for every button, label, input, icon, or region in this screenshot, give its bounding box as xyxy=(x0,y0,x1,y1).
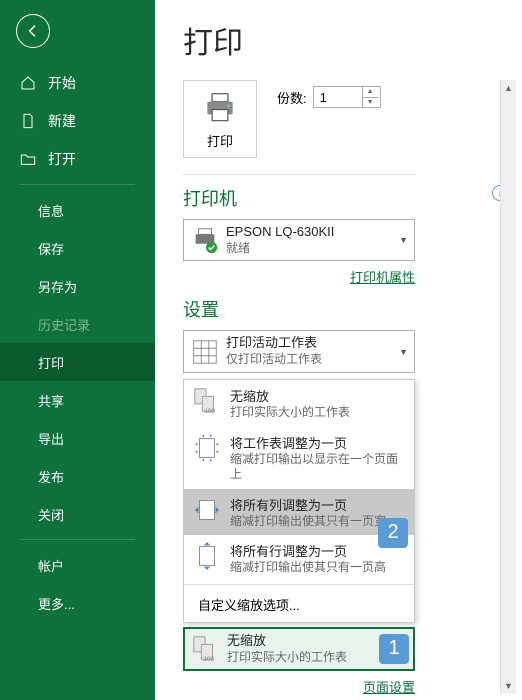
backstage-sidebar: 开始 新建 打开 信息 保存 另存为 历史记录 打印 共享 导出 发布 关闭 帐… xyxy=(0,0,155,700)
sidebar-item-history: 历史记录 xyxy=(0,305,155,343)
printer-icon xyxy=(201,89,239,127)
sidebar-item-label: 发布 xyxy=(38,467,64,486)
settings-section-title: 设置 xyxy=(183,296,516,322)
sidebar-item-account[interactable]: 帐户 xyxy=(0,546,155,584)
scroll-region: 打印 份数: ▲ ▼ 打印机 i xyxy=(183,80,516,694)
svg-text:100: 100 xyxy=(204,408,215,415)
sidebar-item-more[interactable]: 更多... xyxy=(0,584,155,622)
copies-down-button[interactable]: ▼ xyxy=(363,98,378,108)
scaling-option-subtitle: 缩减打印输出以显示在一个页面上 xyxy=(230,452,406,483)
printer-properties-link[interactable]: 打印机属性 xyxy=(350,270,415,285)
printer-status: 就绪 xyxy=(226,241,395,257)
fit-columns-icon xyxy=(192,495,222,525)
scroll-track[interactable] xyxy=(501,96,516,678)
print-button[interactable]: 打印 xyxy=(183,80,257,158)
print-button-label: 打印 xyxy=(207,131,233,150)
back-arrow-icon xyxy=(25,23,41,39)
folder-open-icon xyxy=(20,151,36,167)
printer-section-title: 打印机 xyxy=(183,185,516,211)
scaling-option-title: 将所有列调整为一页 xyxy=(230,495,386,514)
page-setup-link[interactable]: 页面设置 xyxy=(363,680,415,694)
scaling-option-subtitle: 打印实际大小的工作表 xyxy=(230,405,350,421)
fit-rows-icon xyxy=(192,541,222,571)
svg-text:100: 100 xyxy=(203,656,214,663)
sidebar-item-info[interactable]: 信息 xyxy=(0,191,155,229)
section-separator xyxy=(183,174,415,175)
sidebar-item-label: 打开 xyxy=(48,149,76,169)
scroll-up-button[interactable]: ▲ xyxy=(501,80,516,96)
print-area-selector[interactable]: 打印活动工作表 仅打印活动工作表 ▼ xyxy=(183,330,415,372)
scaling-option-title: 无缩放 xyxy=(230,386,350,405)
no-scaling-icon: 100 xyxy=(191,634,221,664)
copies-stepper[interactable]: ▲ ▼ xyxy=(313,86,381,108)
sidebar-item-label: 信息 xyxy=(38,201,64,220)
sidebar-item-label: 打印 xyxy=(38,353,64,372)
printer-selector[interactable]: EPSON LQ-630KII 就绪 ▼ xyxy=(183,219,415,261)
scaling-option-subtitle: 缩减打印输出使其只有一页宽 xyxy=(230,514,386,530)
sidebar-item-saveas[interactable]: 另存为 xyxy=(0,267,155,305)
callout-2: 2 xyxy=(378,518,408,548)
printer-name: EPSON LQ-630KII xyxy=(226,224,395,241)
sidebar-item-label: 开始 xyxy=(48,73,76,93)
scroll-down-button[interactable]: ▼ xyxy=(501,678,516,694)
sidebar-item-publish[interactable]: 发布 xyxy=(0,457,155,495)
vertical-scrollbar[interactable]: ▲ ▼ xyxy=(500,80,516,694)
scaling-option-title: 将所有行调整为一页 xyxy=(230,541,386,560)
copies-up-button[interactable]: ▲ xyxy=(363,87,378,98)
print-area-title: 打印活动工作表 xyxy=(226,335,395,352)
sidebar-item-label: 导出 xyxy=(38,429,64,448)
scaling-selector-title: 无缩放 xyxy=(227,633,394,650)
sidebar-item-label: 保存 xyxy=(38,239,64,258)
sidebar-item-label: 关闭 xyxy=(38,505,64,524)
sidebar-item-label: 新建 xyxy=(48,111,76,131)
scaling-custom-options[interactable]: 自定义缩放选项... xyxy=(184,587,414,622)
home-icon xyxy=(20,75,36,91)
chevron-down-icon: ▼ xyxy=(399,347,408,357)
file-icon xyxy=(20,113,36,129)
scaling-option-no-scaling[interactable]: 100 无缩放 打印实际大小的工作表 xyxy=(184,380,414,427)
callout-1: 1 xyxy=(379,634,409,664)
sidebar-item-save[interactable]: 保存 xyxy=(0,229,155,267)
copies-label: 份数: xyxy=(277,88,307,107)
sidebar-item-label: 历史记录 xyxy=(38,315,90,334)
copies-input[interactable] xyxy=(314,87,362,107)
page-title: 打印 xyxy=(183,18,516,62)
sidebar-item-share[interactable]: 共享 xyxy=(0,381,155,419)
sidebar-item-print[interactable]: 打印 xyxy=(0,343,155,381)
scaling-option-subtitle: 缩减打印输出使其只有一页高 xyxy=(230,560,386,576)
sidebar-item-export[interactable]: 导出 xyxy=(0,419,155,457)
menu-separator xyxy=(184,584,414,585)
scaling-option-fit-sheet[interactable]: 将工作表调整为一页 缩减打印输出以显示在一个页面上 xyxy=(184,427,414,489)
scaling-selector[interactable]: 100 无缩放 打印实际大小的工作表 ▼ 1 xyxy=(183,627,415,671)
fit-sheet-icon xyxy=(192,433,222,463)
sidebar-item-label: 共享 xyxy=(38,391,64,410)
back-button[interactable] xyxy=(16,14,50,48)
sidebar-separator xyxy=(20,539,135,540)
sidebar-separator xyxy=(20,184,135,185)
sidebar-item-label: 更多... xyxy=(38,594,75,613)
sidebar-item-new[interactable]: 新建 xyxy=(0,102,155,140)
sidebar-item-close[interactable]: 关闭 xyxy=(0,495,155,533)
sheets-icon xyxy=(190,337,220,367)
sidebar-item-label: 另存为 xyxy=(38,277,77,296)
print-area-subtitle: 仅打印活动工作表 xyxy=(226,352,395,368)
scaling-selector-subtitle: 打印实际大小的工作表 xyxy=(227,650,394,666)
chevron-down-icon: ▼ xyxy=(399,235,408,245)
scaling-menu: 100 无缩放 打印实际大小的工作表 将工作表调整为一页 缩减打印输出以显示在一… xyxy=(183,379,415,623)
sidebar-item-open[interactable]: 打开 xyxy=(0,140,155,178)
print-panel: 打印 打印 份数: ▲ ▼ xyxy=(155,0,522,700)
scaling-option-title: 将工作表调整为一页 xyxy=(230,433,406,452)
sidebar-item-label: 帐户 xyxy=(38,556,64,575)
no-scaling-icon: 100 xyxy=(192,386,222,416)
printer-ready-icon xyxy=(190,225,220,255)
sidebar-item-home[interactable]: 开始 xyxy=(0,64,155,102)
